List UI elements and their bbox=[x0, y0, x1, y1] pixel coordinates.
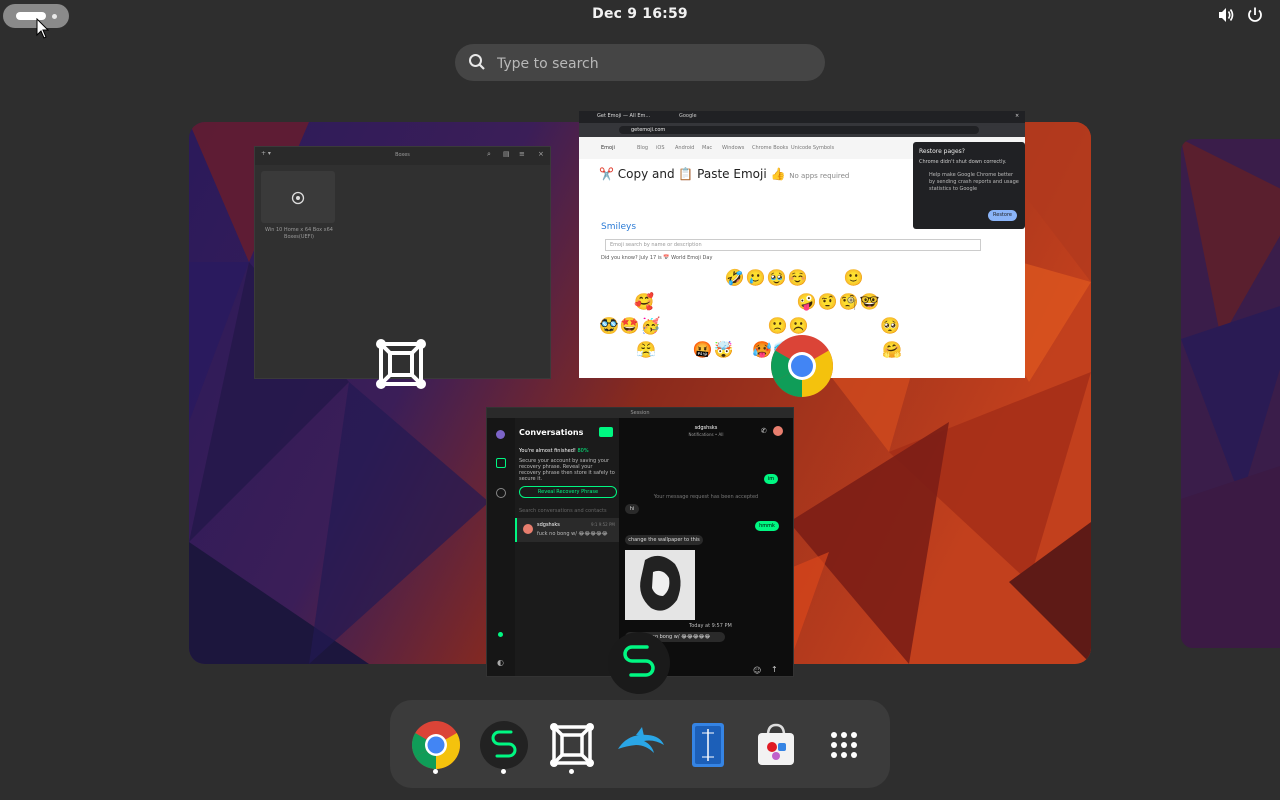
message-timestamp: Today at 9:57 PM bbox=[689, 623, 732, 629]
chrome-toolbar: getemoji.com bbox=[579, 123, 1025, 137]
reveal-recovery-button[interactable]: Reveal Recovery Phrase bbox=[519, 486, 617, 498]
image-content bbox=[625, 550, 695, 620]
image-attachment[interactable] bbox=[625, 550, 695, 620]
nav-ios[interactable]: iOS bbox=[656, 145, 665, 151]
boxes-app-icon bbox=[376, 339, 426, 389]
close-icon[interactable]: × bbox=[538, 150, 544, 158]
window-title: Session bbox=[487, 408, 793, 418]
dash-app-boxes[interactable] bbox=[546, 719, 598, 771]
dialog-checkbox-label[interactable]: Help make Google Chrome better by sendin… bbox=[929, 172, 1019, 193]
show-apps-button[interactable] bbox=[818, 719, 870, 771]
view-icon[interactable]: ▤ bbox=[503, 150, 510, 158]
tab-1[interactable]: Get Emoji — All Em... bbox=[597, 113, 650, 119]
section-title: Smileys bbox=[601, 222, 637, 232]
tab-2[interactable]: Google bbox=[679, 113, 697, 119]
contact-name: sdgshsks bbox=[537, 522, 560, 528]
emoji-icon[interactable]: ☺ bbox=[753, 666, 761, 675]
page-heading: ✂️ Copy and 📋 Paste Emoji 👍 No apps requ… bbox=[599, 167, 850, 181]
new-conversation-button[interactable] bbox=[599, 427, 613, 437]
vm-thumbnail[interactable] bbox=[261, 171, 335, 223]
running-indicator bbox=[501, 769, 506, 774]
chrome-icon bbox=[411, 721, 461, 769]
window-titlebar: + ▾ Boxes ⌕ ▤ ≡ × bbox=[255, 147, 550, 165]
chrome-tabstrip: Get Emoji — All Em... Google × bbox=[579, 111, 1025, 123]
overview-search[interactable] bbox=[455, 44, 825, 81]
nav-mac[interactable]: Mac bbox=[702, 145, 712, 151]
volume-icon[interactable] bbox=[1217, 6, 1235, 24]
session-icon bbox=[480, 721, 528, 769]
contact-preview: fuck no bong w/ 😂😂😂😂😂 bbox=[537, 531, 608, 537]
emoji-row[interactable]: 😌😍🥰😘😗😙😚😋😛😝😜🤪🤨🧐🤓😎 bbox=[599, 290, 999, 314]
almost-title: You're almost finished! 80% bbox=[519, 448, 589, 454]
almost-body: Secure your account by saving your recov… bbox=[519, 458, 615, 482]
contact-avatar bbox=[523, 524, 533, 534]
messages-icon[interactable] bbox=[496, 458, 506, 468]
dash-app-session[interactable] bbox=[478, 719, 530, 771]
dialog-title: Restore pages? bbox=[919, 148, 965, 155]
conversations-title: Conversations bbox=[519, 428, 584, 437]
dash bbox=[390, 700, 890, 788]
dash-app-software[interactable] bbox=[750, 719, 802, 771]
url-text: getemoji.com bbox=[631, 127, 666, 133]
message-bubble: im bbox=[764, 474, 778, 484]
conversation-item[interactable]: sdgshsks 9:1 9:52 PM fuck no bong w/ 😂😂😂… bbox=[515, 518, 621, 542]
send-icon[interactable]: ↑ bbox=[771, 665, 778, 674]
boxes-icon bbox=[550, 723, 594, 767]
theme-icon[interactable]: ◐ bbox=[497, 658, 504, 667]
dash-app-text-editor[interactable] bbox=[682, 719, 734, 771]
search-icon bbox=[469, 54, 485, 70]
software-icon bbox=[758, 723, 794, 765]
conversation-search[interactable]: Search conversations and contacts bbox=[519, 508, 607, 514]
contact-time: 9:1 9:52 PM bbox=[591, 522, 615, 527]
online-icon bbox=[498, 632, 503, 637]
emoji-row[interactable]: 😀😃😄😁😆😅😂🤣🥲🥹☺️😊😇🙂🙃😉 bbox=[599, 266, 999, 290]
did-you-know: Did you know? July 17 is 📅 World Emoji D… bbox=[601, 255, 713, 261]
message-bubble: change the wallpaper to this bbox=[625, 535, 703, 545]
message-bubble: hmmk bbox=[755, 521, 779, 531]
wallpaper-next bbox=[1181, 139, 1280, 648]
contacts-icon[interactable] bbox=[496, 488, 506, 498]
emoji-search-input[interactable]: Emoji search by name or description bbox=[605, 239, 981, 251]
message-bubble: hi bbox=[625, 504, 639, 514]
search-icon[interactable]: ⌕ bbox=[487, 150, 491, 159]
header-avatar[interactable] bbox=[773, 426, 783, 436]
dolphin-icon bbox=[618, 727, 664, 753]
vm-icon bbox=[291, 191, 305, 205]
dash-app-dolphin[interactable] bbox=[614, 719, 666, 771]
next-workspace-thumbnail[interactable] bbox=[1181, 139, 1280, 648]
close-icon[interactable]: × bbox=[1015, 113, 1019, 119]
session-app-icon bbox=[608, 632, 670, 694]
dash-app-chrome[interactable] bbox=[410, 719, 462, 771]
nav-windows[interactable]: Windows bbox=[722, 145, 744, 151]
conversations-panel: Conversations You're almost finished! 80… bbox=[515, 418, 621, 676]
running-indicator bbox=[569, 769, 574, 774]
session-sidebar: ◐ bbox=[487, 418, 515, 676]
search-input[interactable] bbox=[495, 52, 799, 76]
avatar[interactable] bbox=[496, 430, 505, 439]
nav-blog[interactable]: Blog bbox=[637, 145, 648, 151]
top-bar: Dec 9 16:59 bbox=[0, 0, 1280, 39]
power-icon[interactable] bbox=[1246, 6, 1264, 24]
site-logo[interactable]: Emoji bbox=[601, 145, 615, 151]
nav-chromebooks[interactable]: Chrome Books bbox=[752, 145, 788, 151]
call-icon[interactable]: ✆ bbox=[761, 427, 767, 435]
running-indicator bbox=[433, 769, 438, 774]
request-accepted-note: Your message request has been accepted bbox=[653, 494, 759, 500]
restore-pages-dialog: Restore pages? Chrome didn't shut down c… bbox=[913, 142, 1025, 229]
app-grid-icon bbox=[831, 732, 857, 758]
clock[interactable]: Dec 9 16:59 bbox=[0, 6, 1280, 22]
address-bar[interactable]: getemoji.com bbox=[619, 126, 979, 134]
menu-icon[interactable]: ≡ bbox=[519, 150, 525, 158]
chrome-app-icon bbox=[771, 335, 833, 397]
text-editor-icon bbox=[692, 723, 724, 767]
vm-caption: Win 10 Home x 64 Box x64 Boxes(UEFI) bbox=[265, 227, 333, 240]
dialog-body: Chrome didn't shut down correctly. bbox=[919, 159, 1007, 165]
nav-android[interactable]: Android bbox=[675, 145, 694, 151]
restore-button[interactable]: Restore bbox=[988, 210, 1017, 221]
nav-unicode[interactable]: Unicode Symbols bbox=[791, 145, 834, 151]
